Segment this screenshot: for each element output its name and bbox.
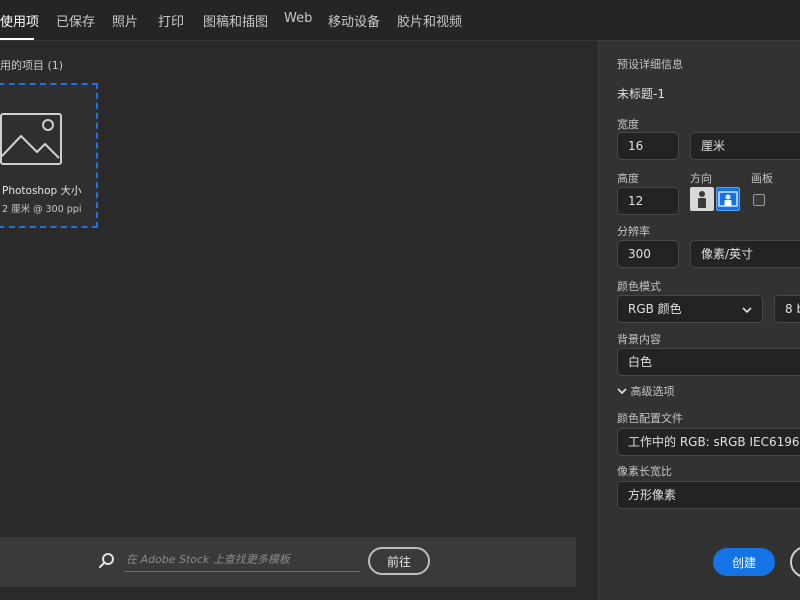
chevron-down-icon	[617, 388, 627, 395]
pixel-aspect-label: 像素长宽比	[617, 465, 672, 478]
tab-art-illustration[interactable]: 图稿和插图	[203, 11, 268, 30]
tab-film-video[interactable]: 胶片和视频	[397, 11, 462, 30]
go-button[interactable]: 前往	[368, 547, 430, 575]
width-input[interactable]: 16	[617, 132, 679, 160]
orientation-label: 方向	[690, 172, 712, 185]
bit-depth-select[interactable]: 8 b	[774, 295, 800, 323]
recent-items-heading: 用的项目 (1)	[0, 59, 64, 72]
resolution-unit-select[interactable]: 像素/英寸	[690, 240, 800, 268]
height-label: 高度	[617, 172, 639, 185]
width-label: 宽度	[617, 118, 639, 131]
close-button[interactable]	[790, 546, 800, 578]
background-label: 背景内容	[617, 333, 661, 346]
tab-saved[interactable]: 已保存	[56, 11, 95, 30]
color-profile-label: 颜色配置文件	[617, 412, 683, 425]
recent-items-pane: 用的项目 (1) Photoshop 大小 2 厘米 @ 300 ppi 前往	[0, 41, 598, 600]
landscape-orientation-button[interactable]	[716, 187, 740, 211]
color-mode-select[interactable]: RGB 颜色	[617, 295, 763, 323]
advanced-options-toggle[interactable]: 高级选项	[617, 383, 675, 399]
pixel-aspect-select[interactable]: 方形像素	[617, 481, 800, 509]
color-profile-select[interactable]: 工作中的 RGB: sRGB IEC61966-2.1	[617, 428, 800, 456]
preset-card-photoshop-size[interactable]: Photoshop 大小 2 厘米 @ 300 ppi	[0, 83, 98, 228]
tab-photo[interactable]: 照片	[112, 11, 138, 30]
landscape-person-icon	[718, 191, 738, 207]
chevron-down-icon	[742, 307, 752, 314]
tab-mobile[interactable]: 移动设备	[328, 11, 380, 30]
tab-print[interactable]: 打印	[158, 11, 184, 30]
preset-details-panel: 预设详细信息 未标题-1 宽度 16 厘米 高度 12 方向 画板 分辨率 30…	[598, 41, 800, 600]
background-contents-select[interactable]: 白色	[617, 348, 800, 376]
width-unit-select[interactable]: 厘米	[690, 132, 800, 160]
preset-tab-bar: 使用项 已保存 照片 打印 图稿和插图 Web 移动设备 胶片和视频	[0, 0, 800, 41]
color-mode-value: RGB 颜色	[628, 302, 682, 316]
portrait-person-icon	[698, 191, 706, 208]
portrait-orientation-button[interactable]	[690, 187, 714, 211]
advanced-options-label: 高级选项	[630, 385, 675, 398]
preset-name: Photoshop 大小	[2, 185, 82, 197]
document-thumbnail-icon	[0, 113, 62, 165]
height-input[interactable]: 12	[617, 187, 679, 215]
document-name-field[interactable]: 未标题-1	[617, 85, 665, 102]
background-value: 白色	[628, 355, 653, 369]
preset-details-heading: 预设详细信息	[617, 58, 683, 71]
stock-search-input[interactable]	[124, 547, 360, 572]
resolution-label: 分辨率	[617, 225, 650, 238]
create-button[interactable]: 创建	[713, 548, 775, 576]
color-mode-label: 颜色模式	[617, 280, 661, 293]
active-tab-indicator	[0, 38, 34, 40]
tab-recent[interactable]: 使用项	[0, 11, 39, 30]
resolution-input[interactable]: 300	[617, 240, 679, 268]
search-icon[interactable]	[98, 552, 116, 570]
adobe-stock-search-bar: 前往	[0, 537, 576, 587]
tab-web[interactable]: Web	[284, 11, 312, 26]
artboard-label: 画板	[751, 172, 773, 185]
artboard-checkbox[interactable]	[753, 194, 765, 206]
preset-size: 2 厘米 @ 300 ppi	[2, 204, 82, 215]
